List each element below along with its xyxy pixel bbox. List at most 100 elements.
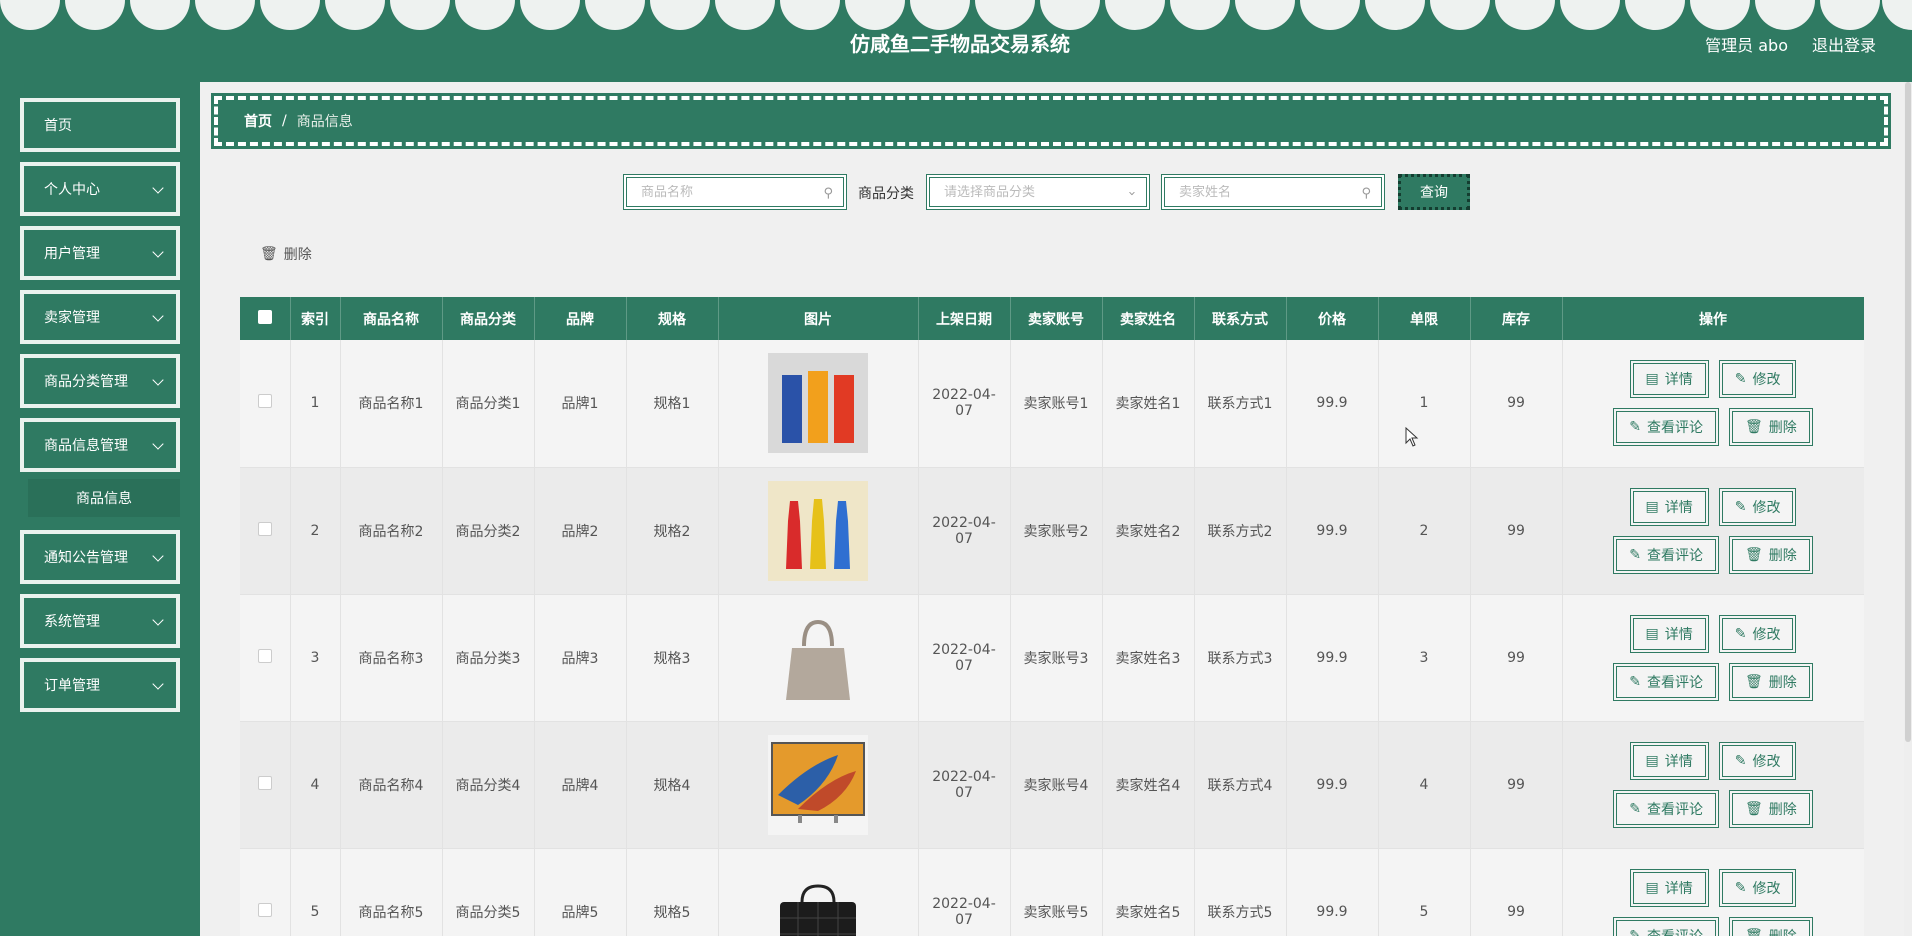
row-checkbox[interactable]	[240, 594, 291, 722]
edit-button[interactable]: ✎ 修改	[1718, 487, 1797, 526]
sidebar-item-personal-center[interactable]: 个人中心	[20, 162, 180, 216]
sidebar-item-notice-management[interactable]: 通知公告管理	[20, 530, 180, 584]
delete-label: 删除	[1769, 926, 1797, 936]
breadcrumb-current: 商品信息	[296, 114, 353, 130]
delete-button[interactable]: 🗑 删除	[1728, 662, 1813, 701]
col-header-index: 索引	[290, 297, 341, 340]
reviews-label: 查看评论	[1646, 547, 1703, 564]
view-reviews-button[interactable]: ✎ 查看评论	[1613, 408, 1719, 447]
pencil-icon: ✎	[1629, 800, 1641, 817]
row-checkbox[interactable]	[240, 340, 291, 468]
sidebar-item-home[interactable]: 首页	[20, 98, 180, 152]
col-header-contact: 联系方式	[1194, 297, 1287, 340]
product-table: 索引 商品名称 商品分类 品牌 规格 图片 上架日期 卖家账号 卖家姓名 联系方…	[240, 297, 1864, 936]
cell-account: 卖家账号2	[1010, 467, 1103, 595]
delete-label: 删除	[1768, 420, 1797, 437]
sidebar: 首页 个人中心 用户管理 卖家管理 商品分类管理 商品信息管理 商品信息 通知公…	[0, 82, 200, 936]
col-header-stock: 库存	[1470, 297, 1563, 340]
sidebar-item-label: 商品分类管理	[44, 374, 128, 390]
trash-icon: 🗑	[1744, 800, 1763, 817]
reviews-label: 查看评论	[1646, 420, 1703, 437]
edit-button[interactable]: ✎ 修改	[1718, 614, 1797, 653]
cell-date: 2022-04-07	[918, 340, 1011, 468]
pencil-icon: ✎	[1734, 752, 1747, 769]
query-button[interactable]: 查询	[1398, 174, 1470, 210]
col-header-seller: 卖家姓名	[1102, 297, 1195, 340]
cell-name: 商品名称4	[340, 721, 443, 849]
view-reviews-button[interactable]: ✎ 查看评论	[1613, 916, 1719, 936]
table-header: 索引 商品名称 商品分类 品牌 规格 图片 上架日期 卖家账号 卖家姓名 联系方…	[240, 297, 1864, 340]
col-header-account: 卖家账号	[1010, 297, 1103, 340]
chevron-down-icon	[152, 374, 164, 386]
detail-button[interactable]: ▤ 详情	[1629, 868, 1709, 907]
bulk-delete-button[interactable]: 🗑 删除	[260, 244, 312, 264]
cell-stock: 99	[1470, 467, 1563, 595]
view-reviews-button[interactable]: ✎ 查看评论	[1613, 535, 1719, 574]
table-row: 5 商品名称5 商品分类5 品牌5 规格5 2022-04-07 卖家账号5 卖…	[240, 848, 1864, 936]
cell-date: 2022-04-07	[918, 721, 1011, 849]
table-row: 3 商品名称3 商品分类3 品牌3 规格3 2022-04-07 卖家账号3 卖…	[240, 594, 1864, 722]
cell-date: 2022-04-07	[918, 594, 1011, 722]
detail-label: 详情	[1664, 880, 1693, 897]
view-reviews-button[interactable]: ✎ 查看评论	[1613, 789, 1719, 828]
row-checkbox[interactable]	[240, 467, 291, 595]
sidebar-item-product-management[interactable]: 商品信息管理	[20, 418, 180, 472]
product-image	[768, 607, 868, 708]
edit-button[interactable]: ✎ 修改	[1718, 741, 1797, 780]
cell-contact: 联系方式1	[1194, 340, 1287, 468]
cell-category: 商品分类3	[442, 594, 535, 722]
logout-link[interactable]: 退出登录	[1812, 32, 1876, 56]
cell-spec: 规格2	[626, 467, 719, 595]
cell-category: 商品分类4	[442, 721, 535, 849]
row-checkbox[interactable]	[240, 848, 291, 936]
sidebar-item-label: 用户管理	[44, 246, 100, 262]
col-header-name: 商品名称	[340, 297, 443, 340]
sidebar-item-order-management[interactable]: 订单管理	[20, 658, 180, 712]
col-header-date: 上架日期	[918, 297, 1011, 340]
row-checkbox[interactable]	[240, 721, 291, 849]
detail-button[interactable]: ▤ 详情	[1629, 614, 1709, 653]
product-image	[768, 353, 868, 454]
product-name-input[interactable]	[641, 184, 843, 200]
cell-brand: 品牌5	[534, 848, 627, 936]
edit-label: 修改	[1752, 626, 1781, 643]
cell-limit: 4	[1378, 721, 1471, 849]
cell-stock: 99	[1470, 721, 1563, 849]
sidebar-item-seller-management[interactable]: 卖家管理	[20, 290, 180, 344]
cell-contact: 联系方式5	[1194, 848, 1287, 936]
sidebar-item-user-management[interactable]: 用户管理	[20, 226, 180, 280]
cell-image	[718, 848, 919, 936]
col-header-price: 价格	[1286, 297, 1379, 340]
delete-button[interactable]: 🗑 删除	[1728, 408, 1813, 447]
detail-button[interactable]: ▤ 详情	[1629, 741, 1709, 780]
edit-button[interactable]: ✎ 修改	[1718, 360, 1797, 399]
delete-button[interactable]: 🗑 删除	[1728, 916, 1813, 936]
search-icon: ⚲	[823, 186, 833, 201]
select-all-checkbox[interactable]	[240, 297, 291, 340]
cell-brand: 品牌4	[534, 721, 627, 849]
chevron-down-icon	[152, 438, 164, 450]
cell-contact: 联系方式2	[1194, 467, 1287, 595]
cell-actions: ▤ 详情 ✎ 修改 ✎ 查看评论 🗑 删除	[1562, 467, 1864, 595]
chevron-down-icon	[152, 182, 164, 194]
sidebar-subitem-product-info[interactable]: 商品信息	[28, 479, 180, 517]
seller-name-input[interactable]	[1179, 184, 1381, 200]
sidebar-item-system-management[interactable]: 系统管理	[20, 594, 180, 648]
detail-button[interactable]: ▤ 详情	[1629, 487, 1709, 526]
delete-button[interactable]: 🗑 删除	[1728, 789, 1813, 828]
page-scrollbar-thumb[interactable]	[1905, 82, 1911, 742]
seller-name-search[interactable]: ⚲	[1161, 174, 1385, 210]
sidebar-item-label: 首页	[44, 118, 72, 134]
breadcrumb-home[interactable]: 首页	[244, 111, 272, 131]
view-reviews-button[interactable]: ✎ 查看评论	[1613, 662, 1719, 701]
edit-button[interactable]: ✎ 修改	[1718, 868, 1797, 907]
delete-button[interactable]: 🗑 删除	[1728, 535, 1813, 574]
category-select-input[interactable]	[944, 184, 1146, 200]
pencil-icon: ✎	[1734, 625, 1747, 642]
col-header-spec: 规格	[626, 297, 719, 340]
product-name-search[interactable]: ⚲	[623, 174, 847, 210]
detail-button[interactable]: ▤ 详情	[1629, 360, 1709, 399]
sidebar-item-category-management[interactable]: 商品分类管理	[20, 354, 180, 408]
category-select[interactable]: ›	[926, 174, 1150, 210]
cell-brand: 品牌3	[534, 594, 627, 722]
